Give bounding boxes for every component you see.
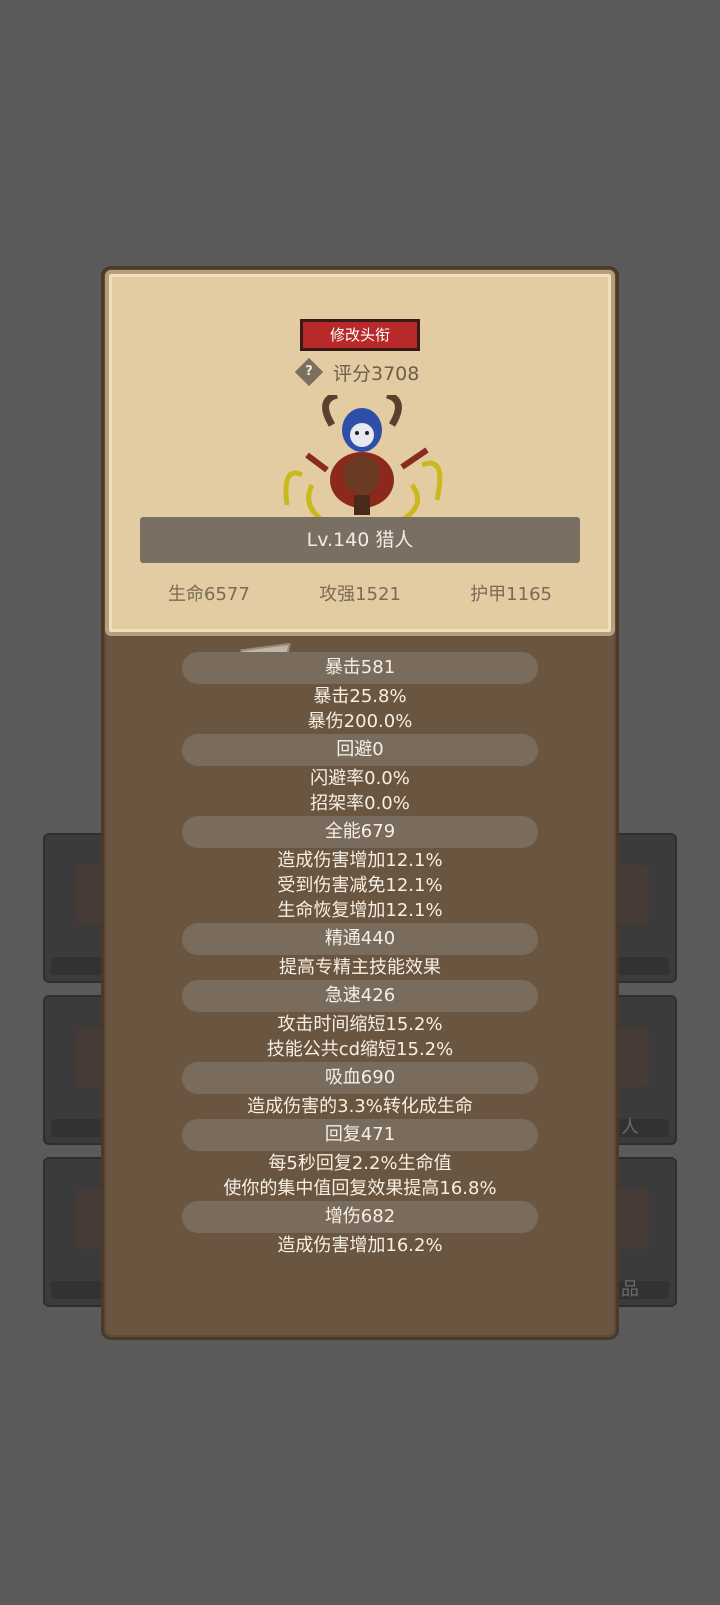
help-icon-glyph: ?: [305, 364, 313, 379]
stat-header-mastery: 精通440: [182, 923, 538, 955]
screen: 护 人 品 修改头衔 ? 评分3708: [0, 0, 720, 1605]
spider-leg-icon: [421, 460, 443, 501]
stat-detail: 闪避率0.0%: [310, 768, 410, 789]
help-icon[interactable]: ?: [294, 357, 324, 387]
slot-label: 品: [621, 1279, 639, 1300]
stat-detail: 提高专精主技能效果: [279, 957, 441, 978]
eye-icon: [355, 431, 359, 435]
stat-header-regen: 回复471: [182, 1119, 538, 1151]
spider-leg-icon: [400, 483, 421, 523]
stat-detail: 受到伤害减免12.1%: [277, 875, 443, 896]
armor-stat: 护甲1165: [470, 584, 552, 605]
armor-leg-icon: [354, 495, 370, 515]
stat-detail: 攻击时间缩短15.2%: [277, 1014, 443, 1035]
health-stat: 生命6577: [168, 584, 250, 605]
armor-chest-icon: [344, 455, 380, 495]
face-icon: [350, 423, 374, 447]
stat-detail: 技能公共cd缩短15.2%: [266, 1039, 454, 1060]
stat-detail: 造成伤害增加12.1%: [277, 850, 443, 871]
stat-detail: 使你的集中值回复效果提高16.8%: [223, 1178, 497, 1199]
stat-header-haste: 急速426: [182, 980, 538, 1012]
slot-label: 人: [621, 1117, 639, 1138]
score-text: 评分3708: [333, 362, 420, 385]
stat-detail: 造成伤害的3.3%转化成生命: [247, 1096, 473, 1117]
score-row: ? 评分3708: [294, 357, 420, 387]
spider-leg-icon: [283, 470, 304, 506]
stat-header-lifesteal: 吸血690: [182, 1062, 538, 1094]
level-class-bar: Lv.140 猎人: [140, 517, 580, 563]
stat-header-damage-bonus: 增伤682: [182, 1201, 538, 1233]
character-portrait: [283, 395, 443, 523]
stat-detail: 招架率0.0%: [310, 793, 410, 814]
eye-icon: [365, 431, 369, 435]
stat-detail: 生命恢复增加12.1%: [277, 900, 443, 921]
spider-leg-icon: [305, 452, 329, 473]
stat-header-versatility: 全能679: [182, 816, 538, 848]
base-stats: 生命6577 攻强1521 护甲1165: [140, 578, 580, 612]
stat-header-dodge: 回避0: [182, 734, 538, 766]
horn-icon: [322, 395, 339, 427]
stat-detail: 暴击25.8%: [313, 686, 407, 707]
stat-detail: 造成伤害增加16.2%: [277, 1235, 443, 1256]
stat-header-crit: 暴击581: [182, 652, 538, 684]
horn-icon: [385, 395, 402, 427]
spider-leg-icon: [306, 483, 324, 522]
change-title-button[interactable]: 修改头衔: [300, 319, 420, 351]
stat-detail: 每5秒回复2.2%生命值: [268, 1153, 452, 1174]
attack-power-stat: 攻强1521: [319, 584, 401, 605]
secondary-stats-list: 暴击581 暴击25.8% 暴伤200.0% 回避0 闪避率0.0% 招架率0.…: [101, 652, 619, 1258]
stat-detail: 暴伤200.0%: [307, 711, 413, 732]
